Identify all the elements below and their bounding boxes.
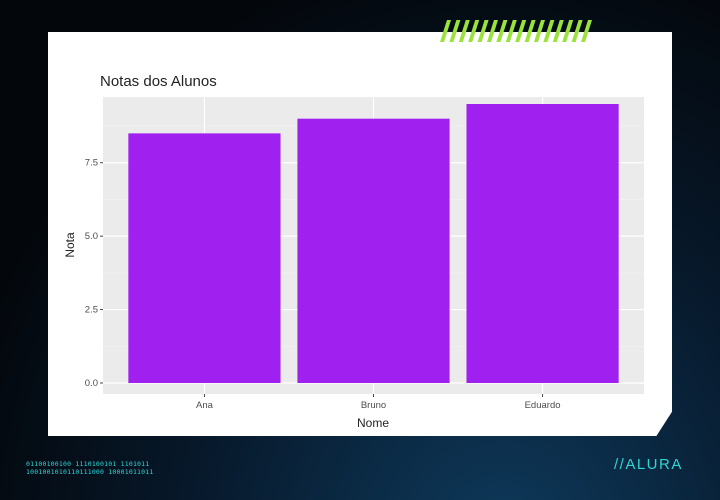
decorative-stripes: [440, 20, 592, 42]
x-axis-label: Nome: [357, 416, 389, 430]
stripe: [524, 20, 536, 42]
x-tick-label: Bruno: [361, 400, 386, 411]
slide-background: Notas dos Alunos 0.0 2.5 5.0 7.5 Ana Bruno Ed…: [0, 0, 720, 500]
stripe: [552, 20, 564, 42]
bar-bruno: [297, 118, 450, 384]
stripe: [487, 20, 498, 42]
y-axis-label: Nota: [63, 232, 77, 258]
y-axis: 0.0 2.5 5.0 7.5: [85, 158, 103, 389]
binary-line: 01100100100 1110100101 1101011: [26, 460, 150, 468]
x-tick-label: Eduardo: [525, 400, 561, 411]
stripe: [515, 20, 527, 42]
stripe: [449, 20, 461, 42]
y-tick-label: 5.0: [85, 231, 98, 242]
alura-logo: //ALURA: [614, 456, 683, 473]
y-tick-label: 7.5: [85, 158, 98, 169]
x-axis: Ana Bruno Eduardo: [196, 394, 561, 411]
bar-ana: [128, 133, 281, 383]
stripe: [562, 20, 574, 42]
bar-chart: Notas dos Alunos 0.0 2.5 5.0 7.5 Ana Bruno Ed…: [63, 73, 644, 430]
y-tick-label: 2.5: [85, 305, 98, 316]
chart-card: Notas dos Alunos 0.0 2.5 5.0 7.5 Ana Bruno Ed…: [48, 32, 672, 436]
binary-decoration: 01100100100 1110100101 1101011 100100101…: [26, 460, 154, 476]
bars: [128, 104, 619, 384]
binary-line: 1001001010110111000 10001011011: [26, 468, 154, 476]
stripe: [581, 20, 592, 42]
bar-eduardo: [466, 104, 619, 383]
stripe: [543, 20, 555, 42]
stripe: [477, 20, 489, 42]
stripe: [458, 20, 470, 42]
stripe: [534, 20, 545, 42]
stripe: [505, 20, 517, 42]
y-tick-label: 0.0: [85, 378, 98, 389]
stripe: [571, 20, 583, 42]
stripe: [468, 20, 480, 42]
stripe: [440, 20, 451, 42]
chart-title: Notas dos Alunos: [100, 73, 217, 90]
stripe: [496, 20, 508, 42]
x-tick-label: Ana: [196, 400, 214, 411]
